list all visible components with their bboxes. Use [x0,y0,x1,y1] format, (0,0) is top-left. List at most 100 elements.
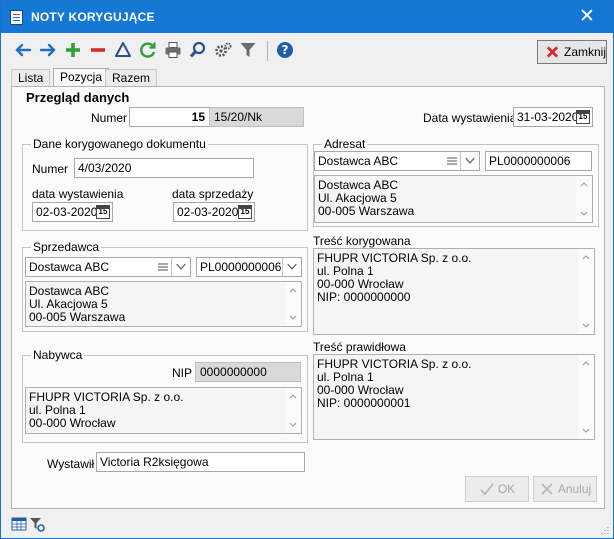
tresc-korygowana-label: Treść korygowana [313,234,411,248]
corrected-numer-field[interactable]: 4/03/2020 [74,158,254,178]
notes-window: NOTY KORYGUJĄCE ✕ ? Zamknij Lista Pozycj… [0,0,614,539]
sprzedawca-name-combo[interactable]: Dostawca ABC [25,257,191,277]
memo-scrollbar[interactable] [285,388,301,433]
chevron-down-icon[interactable] [289,422,297,428]
chevron-down-icon[interactable] [580,211,588,217]
adresat-nip-field[interactable]: PL0000000006 [485,151,592,171]
corrected-data-sprz-label: data sprzedaży [172,187,254,201]
corrected-doc-legend: Dane korygowanego dokumentu [31,137,208,151]
chevron-up-icon[interactable] [289,287,297,293]
sprzedawca-name-value: Dostawca ABC [29,260,110,274]
tresc-prawidlowa-line: NIP: 0000000001 [317,396,411,410]
chevron-up-icon[interactable] [580,181,588,187]
list-icon[interactable] [156,260,170,274]
adresat-address-memo[interactable]: Dostawca ABC Ul. Akacjowa 5 00-005 Warsz… [314,175,593,223]
tresc-korygowana-line: NIP: 0000000000 [317,290,411,304]
status-bar [1,512,613,538]
arrow-right-icon[interactable] [38,40,58,60]
arrow-left-icon[interactable] [13,40,33,60]
pozycja-panel: Przegląd danych Numer 15 15/20/Nk Data w… [11,86,605,509]
data-wystawienia-label: Data wystawienia [423,111,517,125]
list-icon[interactable] [445,154,459,168]
window-close-button[interactable]: ✕ [567,3,607,31]
close-icon [546,46,559,58]
refresh-icon[interactable] [138,40,158,60]
memo-scrollbar[interactable] [578,249,594,334]
corrected-data-wyst-value: 02-03-2020 [36,205,98,219]
title-bar: NOTY KORYGUJĄCE ✕ [1,1,613,33]
wystawil-field[interactable]: Victoria R2księgowa [96,452,305,472]
corrected-numer-label: Numer [32,162,69,176]
table-icon[interactable] [11,516,27,532]
numer-full-field: 15/20/Nk [209,107,304,127]
adresat-address-line: 00-005 Warszawa [318,204,415,218]
zamknij-label: Zamknij [563,45,606,59]
toolbar: ? [1,33,613,67]
chevron-up-icon[interactable] [582,254,590,260]
delta-icon[interactable] [113,40,133,60]
chevron-down-icon[interactable] [289,315,297,321]
memo-scrollbar[interactable] [285,282,301,326]
nabywca-address-line: 00-000 Wrocław [29,416,116,430]
adresat-name-value: Dostawca ABC [318,154,399,168]
chevron-up-icon[interactable] [582,360,590,366]
sprzedawca-address-memo[interactable]: Dostawca ABC Ul. Akacjowa 5 00-005 Warsz… [25,281,302,327]
adresat-legend: Adresat [322,137,368,151]
anuluj-label: Anuluj [557,482,592,496]
window-title: NOTY KORYGUJĄCE [31,10,155,24]
chevron-down-icon[interactable] [282,258,301,276]
nabywca-legend: Nabywca [31,348,85,362]
calendar-icon[interactable]: 15 [96,205,110,219]
data-wystawienia-value: 31-03-2020 [517,110,579,124]
memo-scrollbar[interactable] [576,176,592,222]
wystawil-label: Wystawił [47,457,95,471]
calendar-icon[interactable]: 15 [238,205,252,219]
sprzedawca-address-line: 00-005 Warszawa [29,310,126,324]
filter-settings-icon[interactable] [29,516,45,532]
tab-pozycja[interactable]: Pozycja [53,68,110,87]
help-icon[interactable]: ? [275,40,295,60]
gears-icon[interactable] [213,40,233,60]
tab-lista[interactable]: Lista [11,69,51,87]
filter-icon[interactable] [238,40,258,60]
sprzedawca-legend: Sprzedawca [31,240,102,254]
nabywca-nip-field: 0000000000 [195,362,301,382]
ok-label: OK [497,482,516,496]
printer-icon[interactable] [163,40,183,60]
chevron-down-icon[interactable] [171,258,190,276]
search-icon[interactable] [188,40,208,60]
nabywca-address-memo[interactable]: FHUPR VICTORIA Sp. z o.o. ul. Polna 1 00… [25,387,302,434]
chevron-down-icon[interactable] [582,323,590,329]
document-icon [10,10,23,25]
corrected-data-sprz-value: 02-03-2020 [177,205,239,219]
tab-razem[interactable]: Razem [105,69,158,87]
ok-button[interactable]: OK [465,476,529,502]
nabywca-nip-label: NIP [172,366,193,380]
chevron-up-icon[interactable] [289,393,297,399]
chevron-down-icon[interactable] [460,152,479,170]
overview-heading: Przegląd danych [26,90,130,105]
tresc-prawidlowa-label: Treść prawidłowa [313,340,406,354]
corrected-data-wyst-field[interactable]: 02-03-2020 15 [32,202,113,222]
adresat-name-combo[interactable]: Dostawca ABC [314,151,480,171]
toolbar-separator [267,41,268,61]
numer-label: Numer [91,111,128,125]
memo-scrollbar[interactable] [578,355,594,439]
numer-field[interactable]: 15 [129,107,210,127]
cancel-x-icon [541,483,553,495]
data-wystawienia-field[interactable]: 31-03-2020 15 [513,107,593,127]
svg-text:?: ? [282,43,289,57]
resize-grip-icon[interactable] [599,524,609,534]
calendar-icon[interactable]: 15 [576,110,590,124]
chevron-down-icon[interactable] [582,428,590,434]
corrected-data-sprz-field[interactable]: 02-03-2020 15 [173,202,255,222]
minus-icon[interactable] [88,40,108,60]
corrected-data-wyst-label: data wystawienia [32,187,124,201]
sprzedawca-nip-value: PL0000000006 [200,260,282,274]
plus-icon[interactable] [63,40,83,60]
tresc-korygowana-memo[interactable]: FHUPR VICTORIA Sp. z o.o. ul. Polna 1 00… [313,248,595,335]
sprzedawca-nip-combo[interactable]: PL0000000006 [196,257,302,277]
zamknij-button[interactable]: Zamknij [537,40,607,64]
anuluj-button[interactable]: Anuluj [533,476,597,502]
tresc-prawidlowa-memo[interactable]: FHUPR VICTORIA Sp. z o.o. ul. Polna 1 00… [313,354,595,440]
